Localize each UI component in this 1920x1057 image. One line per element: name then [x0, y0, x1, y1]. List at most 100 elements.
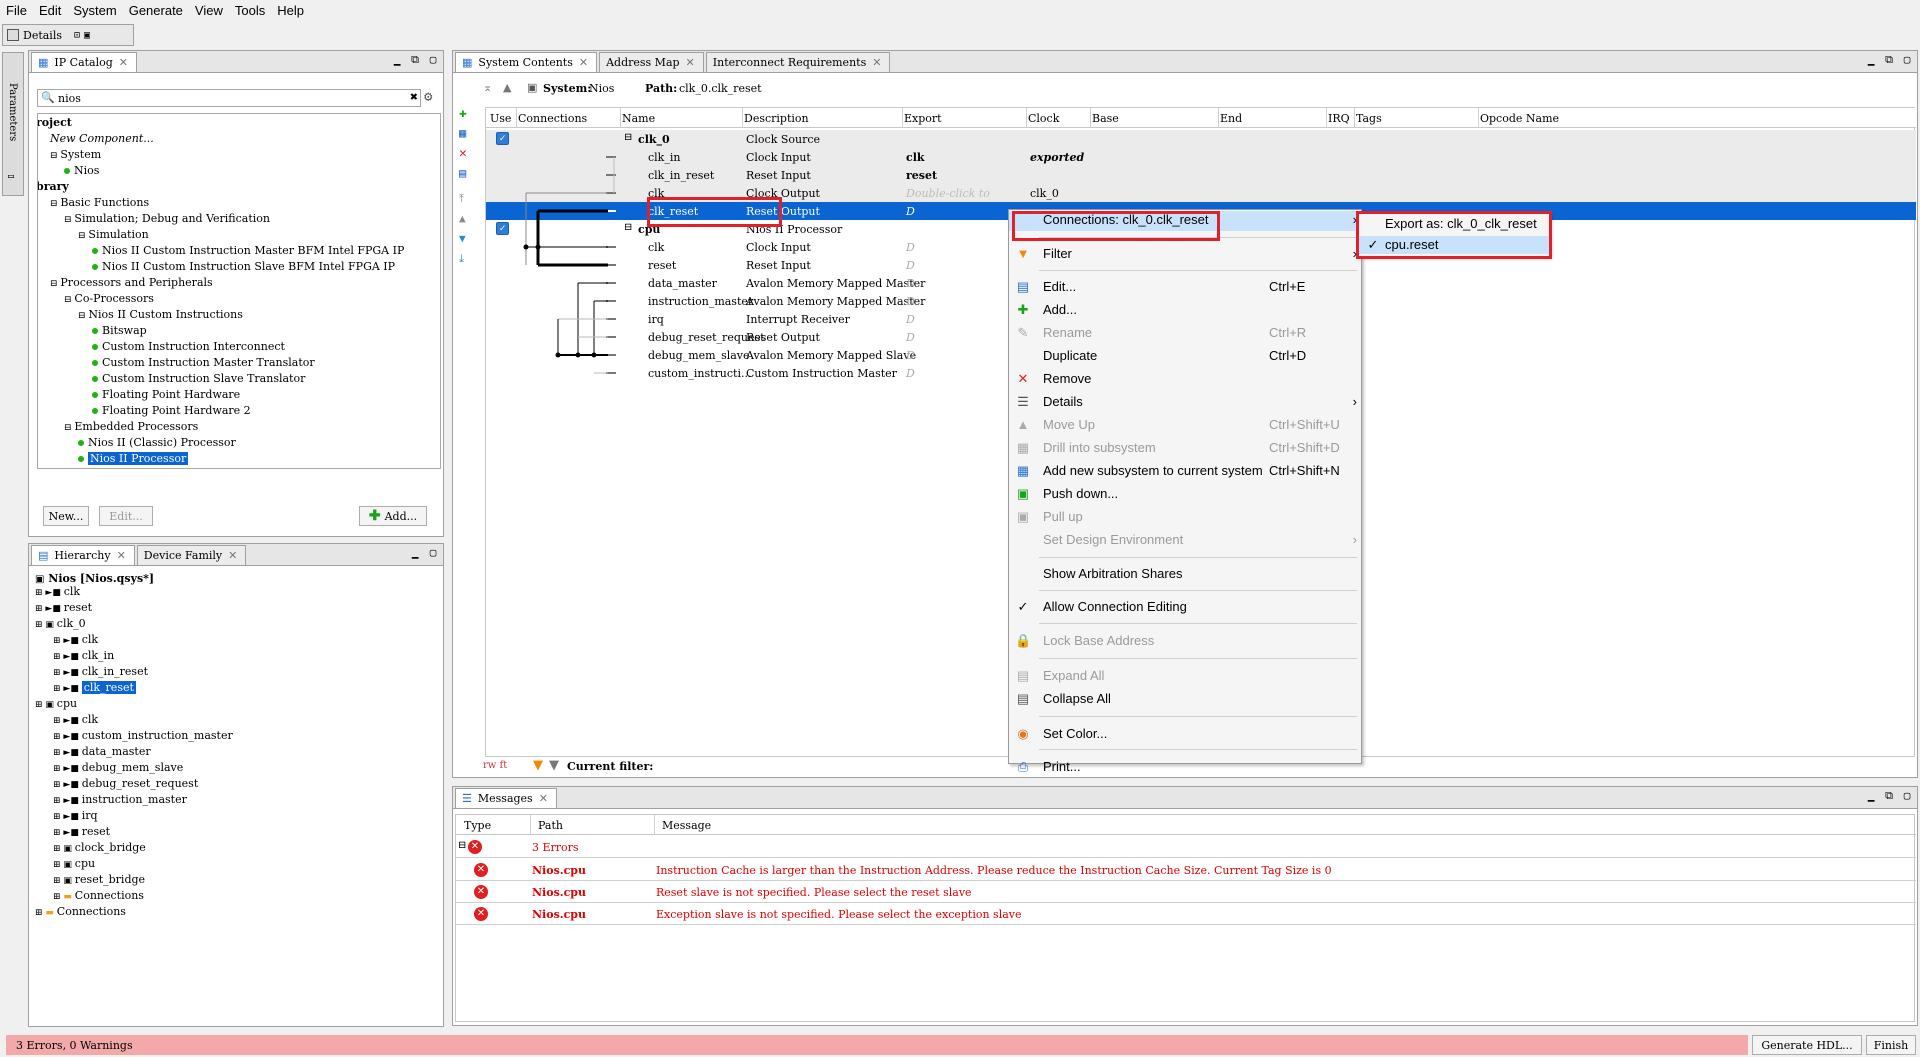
- catalog-item[interactable]: Custom Instruction Slave Translator: [92, 372, 305, 385]
- context-menu-item[interactable]: ▦ Add new subsystem to current system Ctrl…: [1009, 462, 1361, 480]
- column-header[interactable]: Name: [622, 112, 655, 125]
- minimize-icon[interactable]: ▁: [391, 54, 403, 66]
- restore-icon[interactable]: ⧉: [1883, 54, 1895, 66]
- column-header[interactable]: Opcode Name: [1480, 112, 1559, 125]
- expand-icon[interactable]: ⊞: [35, 620, 45, 630]
- restore-icon[interactable]: ⧉: [1883, 790, 1895, 802]
- collapse-icon[interactable]: ⊟: [50, 199, 60, 209]
- message-row[interactable]: ✕ Nios.cpu Instruction Cache is larger tha…: [456, 859, 1916, 881]
- col-path[interactable]: Path: [538, 819, 563, 832]
- column-header[interactable]: Clock: [1028, 112, 1059, 125]
- row-export[interactable]: D: [906, 349, 915, 362]
- collapse-icon[interactable]: ⊟: [64, 423, 74, 433]
- expand-icon[interactable]: ⊞: [53, 764, 63, 774]
- expand-icon[interactable]: ⊞: [53, 828, 63, 838]
- catalog-item[interactable]: Nios: [64, 164, 99, 177]
- column-header[interactable]: Use: [490, 112, 511, 125]
- expand-icon[interactable]: ⊞: [53, 748, 63, 758]
- hierarchy-item[interactable]: ⊞ ▣ clock_bridge: [53, 841, 146, 854]
- column-header[interactable]: IRQ: [1328, 112, 1350, 125]
- hierarchy-item[interactable]: ⊞ ►■ clk: [53, 633, 98, 646]
- collapse-icon[interactable]: ⊟: [624, 222, 632, 233]
- maximize-icon[interactable]: ▢: [427, 547, 439, 559]
- context-menu-item[interactable]: ▼ Filter ›: [1009, 245, 1361, 263]
- hierarchy-item[interactable]: ⊞ ►■ clk_in: [53, 649, 114, 662]
- tab-ip-catalog[interactable]: ▦ IP Catalog ✕: [31, 52, 138, 72]
- minimize-icon[interactable]: ▁: [409, 547, 421, 559]
- details-tab[interactable]: Details ⊡ ▣: [2, 24, 134, 46]
- context-menu-item[interactable]: ✓ Allow Connection Editing: [1009, 598, 1361, 616]
- hierarchy-root[interactable]: ▣ Nios [Nios.qsys*]: [35, 572, 154, 585]
- column-header[interactable]: Description: [744, 112, 809, 125]
- row-export[interactable]: reset: [906, 169, 937, 182]
- hierarchy-item[interactable]: ⊞ ▬ Connections: [53, 889, 144, 902]
- restore-icon[interactable]: ▭: [8, 171, 14, 182]
- close-icon[interactable]: ✕: [228, 549, 237, 562]
- subsystem-icon[interactable]: ▦: [459, 126, 466, 140]
- catalog-item[interactable]: Nios II Custom Instruction Master BFM In…: [92, 244, 404, 257]
- hierarchy-item[interactable]: ⊞ ►■ clk: [53, 713, 98, 726]
- expand-icon[interactable]: ⊞: [53, 636, 63, 646]
- row-clock[interactable]: exported: [1030, 151, 1084, 164]
- hierarchy-item[interactable]: ⊞ ►■ irq: [53, 809, 98, 822]
- maximize-icon[interactable]: ▢: [1901, 790, 1913, 802]
- expand-icon[interactable]: ⊞: [35, 604, 45, 614]
- menu-tools[interactable]: Tools: [229, 3, 271, 18]
- use-checkbox[interactable]: ✓: [496, 132, 509, 145]
- edit-icon[interactable]: ▤: [459, 166, 466, 180]
- collapse-icon[interactable]: ⊟: [50, 279, 60, 289]
- menu-generate[interactable]: Generate: [123, 3, 189, 18]
- close-icon[interactable]: ✕: [579, 56, 588, 69]
- expand-icon[interactable]: ⊞: [53, 668, 63, 678]
- collapse-icon[interactable]: ⊟: [78, 231, 88, 241]
- catalog-item[interactable]: New Component...: [50, 132, 154, 145]
- connection-dot[interactable]: [575, 352, 581, 358]
- context-menu-item[interactable]: ▤ Edit... Ctrl+E: [1009, 278, 1361, 296]
- filter-icon[interactable]: ▼: [533, 758, 543, 773]
- tab-system-contents[interactable]: ▦ System Contents ✕: [455, 52, 598, 72]
- new-button[interactable]: New...: [43, 506, 89, 526]
- expand-icon[interactable]: ⊞: [53, 876, 63, 886]
- context-menu-item[interactable]: ▣ Pull up: [1009, 508, 1361, 526]
- expand-icon[interactable]: ⊞: [53, 860, 63, 870]
- use-checkbox[interactable]: ✓: [496, 222, 509, 235]
- context-menu-item[interactable]: ▲ Move Up Ctrl+Shift+U: [1009, 416, 1361, 434]
- expand-icon[interactable]: ⊞: [53, 796, 63, 806]
- minimize-icon[interactable]: ▁: [1865, 790, 1877, 802]
- catalog-item[interactable]: Custom Instruction Master Translator: [92, 356, 315, 369]
- catalog-settings-icon[interactable]: ⚙: [424, 89, 442, 107]
- hierarchy-item[interactable]: ⊞ ►■ custom_instruction_master: [53, 729, 233, 742]
- restore-icon[interactable]: ⊡: [74, 30, 80, 41]
- collapse-icon[interactable]: ⊟: [458, 840, 466, 851]
- table-row[interactable]: clk_in_reset Reset Input reset: [486, 166, 1916, 184]
- context-menu-item[interactable]: ⎙ Print...: [1009, 758, 1361, 776]
- close-icon[interactable]: ✕: [686, 56, 695, 69]
- context-menu-item[interactable]: ☰ Details ›: [1009, 393, 1361, 411]
- finish-button[interactable]: Finish: [1866, 1035, 1916, 1055]
- catalog-item[interactable]: Nios II (Classic) Processor: [78, 436, 236, 449]
- clear-search-icon[interactable]: ✖: [410, 90, 418, 105]
- add-component-icon[interactable]: ✚: [459, 106, 467, 121]
- hierarchy-item[interactable]: ⊞ ▣ clk_0: [35, 617, 86, 630]
- up-level-icon[interactable]: ▲: [503, 81, 511, 94]
- row-export[interactable]: D: [906, 331, 915, 344]
- maximize-icon[interactable]: ▣: [84, 30, 90, 41]
- catalog-item[interactable]: Nios II Custom Instruction Slave BFM Int…: [92, 260, 395, 273]
- tab-device-family[interactable]: Device Family ✕: [136, 545, 247, 565]
- hierarchy-item[interactable]: ⊞ ►■ data_master: [53, 745, 151, 758]
- row-export[interactable]: D: [906, 205, 915, 218]
- connection-dot[interactable]: [535, 244, 541, 250]
- row-export[interactable]: D: [906, 367, 915, 380]
- hierarchy-item[interactable]: ⊞ ►■ reset: [53, 825, 110, 838]
- col-message[interactable]: Message: [662, 819, 711, 832]
- row-export[interactable]: Double-click to: [906, 187, 990, 200]
- collapse-icon[interactable]: ⊟: [50, 151, 60, 161]
- expand-icon[interactable]: ⊞: [53, 812, 63, 822]
- expand-icon[interactable]: ⊞: [35, 908, 45, 918]
- connection-dot[interactable]: [523, 244, 529, 250]
- hierarchy-item[interactable]: ⊞ ▣ cpu: [53, 857, 95, 870]
- catalog-item[interactable]: ⊟ Nios II Custom Instructions: [78, 308, 243, 321]
- move-down-icon[interactable]: ▼: [459, 232, 466, 245]
- menu-help[interactable]: Help: [271, 3, 310, 18]
- catalog-item[interactable]: ⊟ Basic Functions: [50, 196, 149, 209]
